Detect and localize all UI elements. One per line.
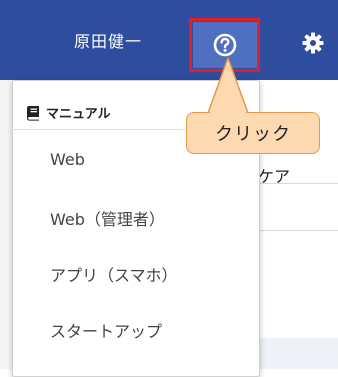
help-button-inner[interactable] — [192, 22, 257, 68]
user-name[interactable]: 原田健一 — [74, 28, 142, 52]
callout-annotation: クリック — [186, 112, 320, 154]
gear-icon[interactable] — [301, 31, 325, 55]
help-button[interactable] — [189, 18, 260, 72]
menu-item-web[interactable]: Web — [50, 150, 85, 169]
menu-item-startup[interactable]: スタートアップ — [50, 318, 162, 342]
table-column-header: ケア — [258, 167, 291, 186]
question-circle-icon — [213, 33, 236, 57]
top-navigation-bar: 原田健一 — [0, 0, 338, 80]
menu-item-web-admin[interactable]: Web（管理者） — [50, 206, 165, 230]
menu-section-header: マニュアル — [26, 103, 111, 122]
menu-item-app-smartphone[interactable]: アプリ（スマホ） — [50, 262, 178, 286]
menu-section-label: マニュアル — [46, 107, 111, 122]
callout-text: クリック — [215, 124, 291, 145]
table-row — [258, 338, 338, 369]
table-divider — [258, 230, 338, 231]
book-icon — [27, 105, 39, 121]
